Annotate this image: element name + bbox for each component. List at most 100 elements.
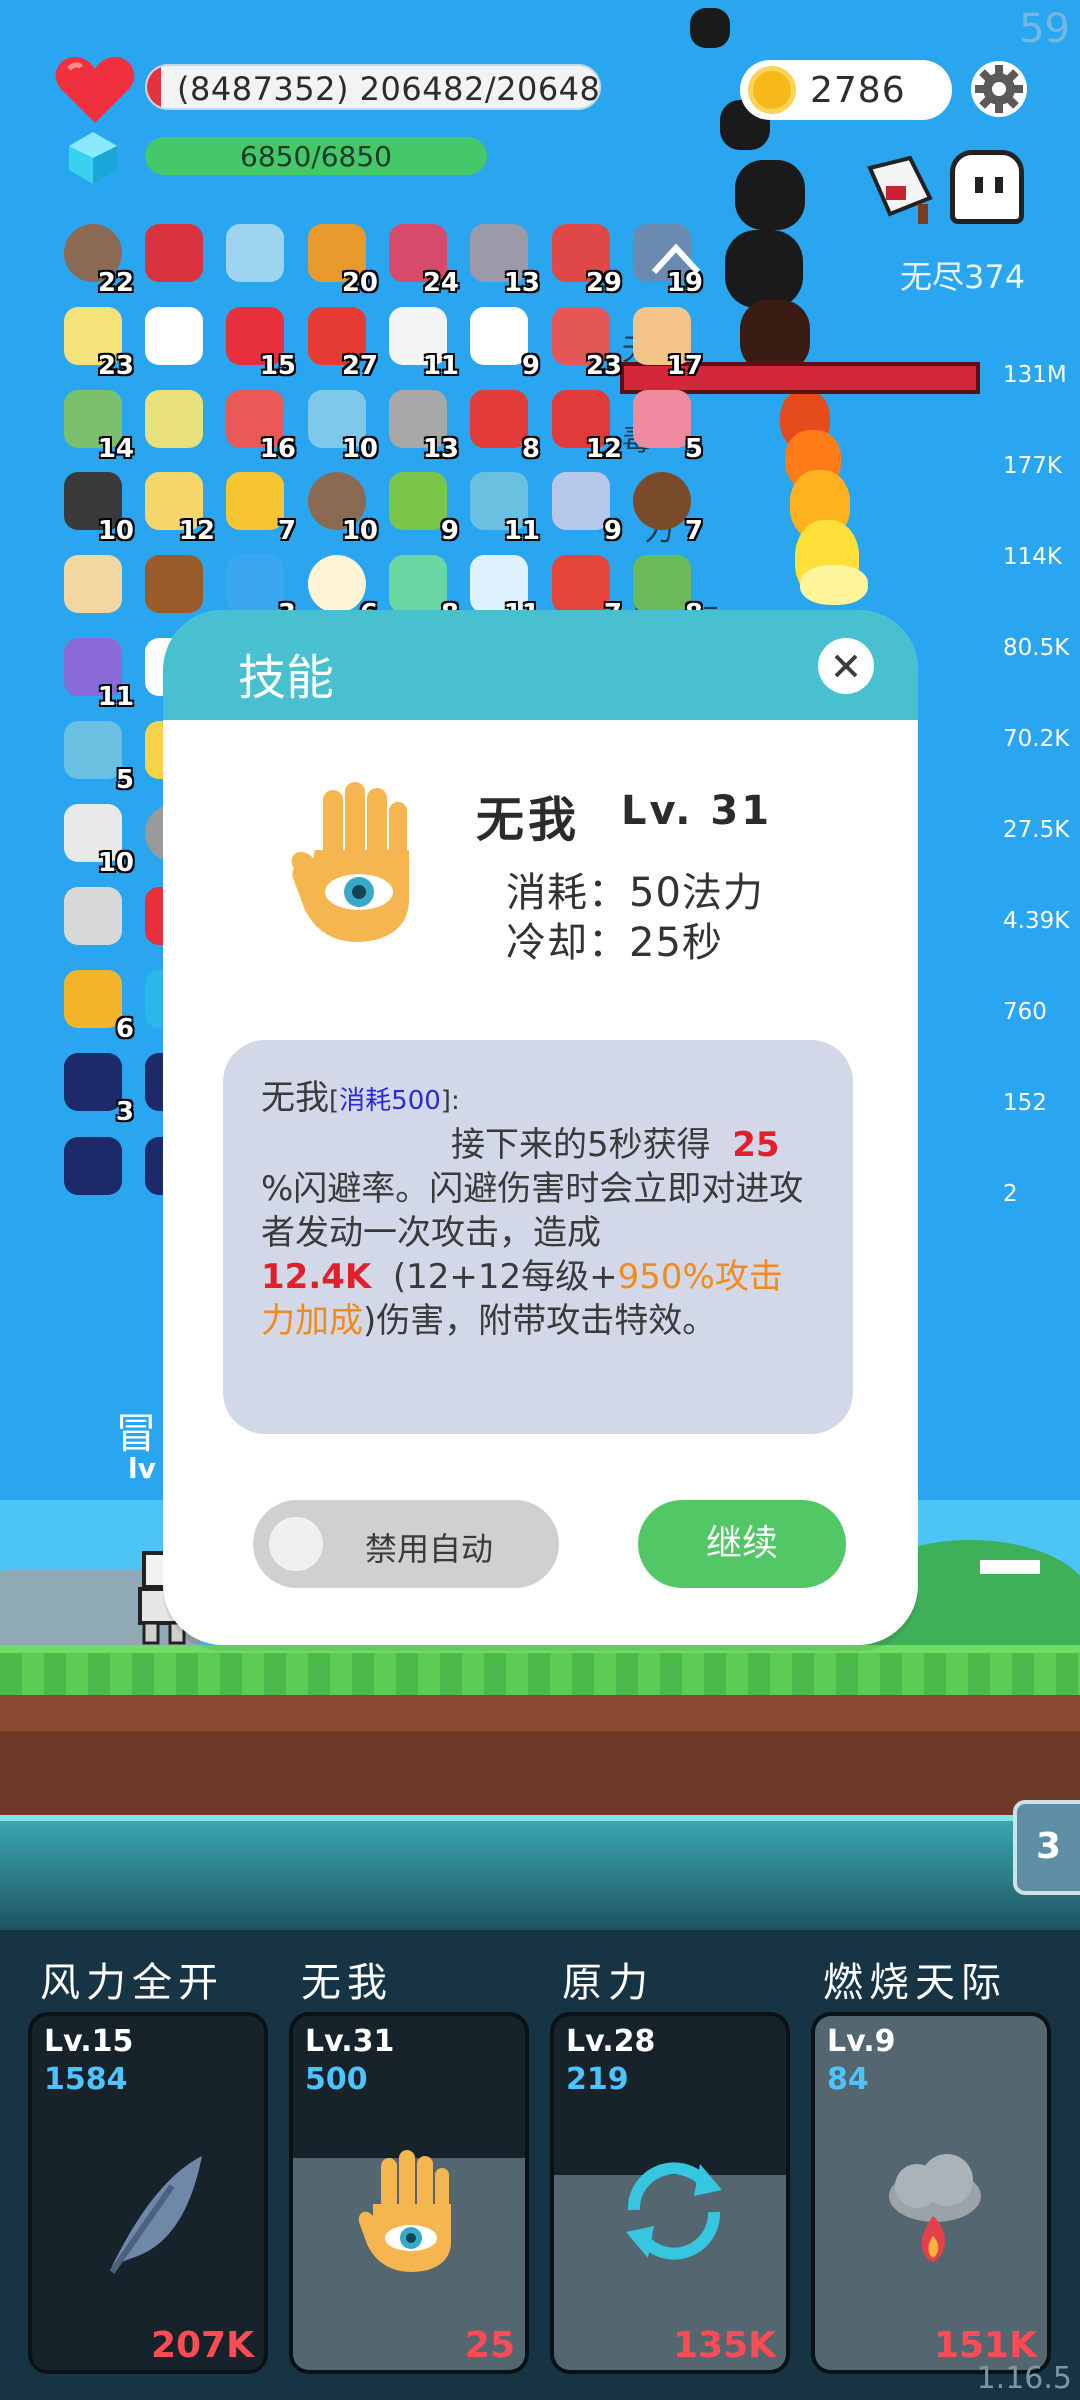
side-tab-button[interactable]: 3 — [1013, 1800, 1080, 1895]
sunflower-icon — [226, 472, 284, 530]
inventory-item[interactable] — [222, 222, 290, 290]
water-strip — [0, 1815, 1080, 1935]
coconut-icon — [633, 472, 691, 530]
inventory-item[interactable] — [60, 1135, 128, 1203]
inventory-item[interactable]: 7 — [629, 470, 703, 546]
item-count: 11 — [422, 351, 459, 381]
item-count: 12 — [178, 516, 215, 546]
inventory-item[interactable]: 27 — [304, 305, 378, 381]
damage-stat: 760 — [1003, 999, 1047, 1025]
inventory-item[interactable] — [141, 222, 209, 290]
inventory-item[interactable]: 11 — [466, 470, 540, 546]
inventory-item[interactable]: 13 — [385, 388, 459, 464]
inventory-item[interactable]: 20 — [304, 222, 378, 298]
coins-icon — [64, 970, 122, 1028]
inventory-item[interactable]: 10 — [304, 388, 378, 464]
cycle-icon — [626, 2162, 722, 2260]
inventory-item[interactable]: 5 — [629, 388, 703, 464]
inventory-item[interactable] — [60, 885, 128, 953]
skill-slot-cost: 500 — [305, 2062, 368, 2097]
gold-counter: 2786 — [740, 60, 952, 120]
feather-icon — [109, 2156, 202, 2274]
inventory-item[interactable]: 10 — [60, 470, 134, 546]
gold-value: 2786 — [810, 70, 906, 111]
item-count: 9 — [521, 351, 540, 381]
item-count: 5 — [684, 434, 703, 464]
inventory-item[interactable] — [141, 305, 209, 373]
inventory-item[interactable] — [141, 388, 209, 456]
inventory-item[interactable]: 6 — [60, 968, 134, 1044]
item-count: 13 — [422, 434, 459, 464]
item-count: 23 — [585, 351, 622, 381]
inventory-item[interactable]: 17 — [629, 305, 703, 381]
inventory-item[interactable]: 11 — [385, 305, 459, 381]
item-count: 10 — [97, 516, 134, 546]
item-count: 8 — [521, 434, 540, 464]
skill-slot[interactable]: Lv.15 1584 207K — [28, 2012, 268, 2374]
close-button[interactable] — [818, 638, 874, 694]
pendulum-icon — [64, 887, 122, 945]
inventory-item[interactable]: 16 — [222, 388, 296, 464]
damage-stat: 131M — [1003, 362, 1067, 388]
chain-icon — [145, 390, 203, 448]
gold-coin-icon — [748, 66, 796, 114]
dialog-title: 技能 — [238, 650, 335, 706]
inventory-item[interactable]: 8 — [466, 388, 540, 464]
close-icon — [834, 654, 858, 678]
skill-slot-cost: 84 — [827, 2062, 869, 2097]
skill-slot-cost: 219 — [566, 2062, 629, 2097]
damage-stat: 177K — [1003, 453, 1062, 479]
inventory-item[interactable]: 9 — [385, 470, 459, 546]
gear-icon[interactable] — [968, 58, 1030, 120]
inventory-item[interactable]: 23 — [60, 305, 134, 381]
inventory-item[interactable]: 14 — [60, 388, 134, 464]
skill-slot-name: 风力全开 — [40, 1960, 224, 2006]
skill-slot-level: Lv.31 — [305, 2024, 395, 2059]
damage-stat: 152 — [1003, 1090, 1047, 1116]
dialog-header: 技能 — [163, 610, 918, 720]
magnifier-icon — [226, 224, 284, 282]
cleaver-monster-icon — [867, 155, 933, 224]
mana-crystal-icon — [69, 132, 117, 184]
inventory-item[interactable]: 12 — [548, 388, 622, 464]
skill-slot-damage: 151K — [933, 2325, 1037, 2366]
chevron-up-icon[interactable] — [648, 238, 704, 278]
inventory-item[interactable]: 24 — [385, 222, 459, 298]
hp-value: (8487352) 206482/206482 — [177, 70, 601, 108]
skill-slot[interactable]: Lv.31 500 25 — [289, 2012, 529, 2374]
inventory-item[interactable]: 10 — [304, 470, 378, 546]
inventory-item[interactable]: 9 — [466, 305, 540, 381]
inventory-item[interactable]: 11 — [60, 636, 134, 712]
desc-cost: 消耗500 — [339, 1086, 441, 1116]
inventory-item[interactable]: 3 — [60, 1051, 134, 1127]
item-count: 9 — [440, 516, 459, 546]
ground-grass — [0, 1645, 1080, 1695]
damage-stat: 2 — [1003, 1181, 1018, 1207]
inventory-item[interactable]: 23 — [548, 305, 622, 381]
skill-slot-level: Lv.9 — [827, 2024, 896, 2059]
inventory-item[interactable]: 29 — [548, 222, 622, 298]
inventory-item[interactable]: 9 — [548, 470, 622, 546]
item-count: 7 — [684, 516, 703, 546]
continue-button[interactable]: 继续 — [638, 1500, 846, 1588]
inventory-item[interactable]: 13 — [466, 222, 540, 298]
item-count: 13 — [503, 268, 540, 298]
skill-dialog: 技能 无我 Lv. 31 消耗：50法力 冷却：25秒 无我[消耗500]: 接… — [163, 610, 918, 1645]
inventory-item[interactable]: 12 — [141, 470, 215, 546]
inventory-item[interactable]: 15 — [222, 305, 296, 381]
tile-icon — [64, 1053, 122, 1111]
item-count: 27 — [341, 351, 378, 381]
skill-slot[interactable]: Lv.28 219 135K — [550, 2012, 790, 2374]
skill-slot[interactable]: Lv.9 84 151K — [811, 2012, 1051, 2374]
inventory-item[interactable] — [60, 553, 128, 621]
inventory-item[interactable]: 22 — [60, 222, 134, 298]
inventory-item[interactable]: 7 — [222, 470, 296, 546]
disable-auto-toggle[interactable]: 禁用自动 — [253, 1500, 559, 1588]
mana-value: 6850/6850 — [240, 140, 392, 173]
skill-slot-damage: 135K — [672, 2325, 776, 2366]
lime-icon — [389, 472, 447, 530]
item-count: 16 — [259, 434, 296, 464]
item-count: 20 — [341, 268, 378, 298]
inventory-item[interactable]: 5 — [60, 719, 134, 795]
inventory-item[interactable]: 10 — [60, 802, 134, 878]
